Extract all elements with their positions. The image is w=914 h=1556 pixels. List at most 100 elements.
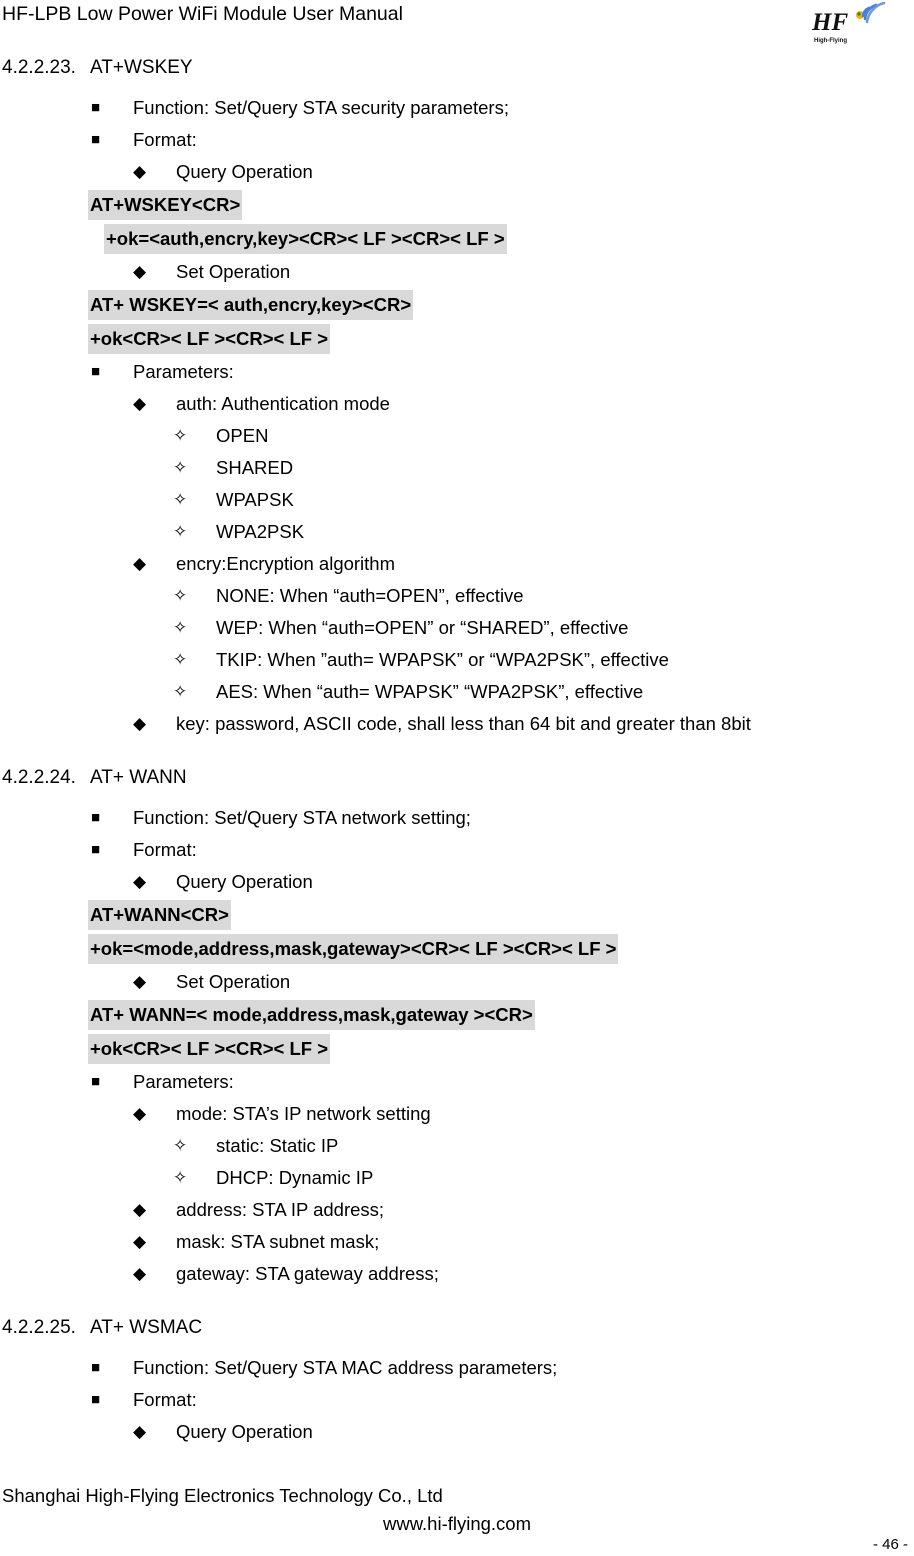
bullet-item-text: key: password, ASCII code, shall less th… (176, 713, 751, 734)
bullet-item: ✧ OPEN (0, 420, 914, 452)
bullet-item: ✧ NONE: When “auth=OPEN”, effective (0, 580, 914, 612)
bullet-item: ■ Function: Set/Query STA security parame… (0, 92, 914, 124)
command-line: AT+ WANN=< mode,address,mask,gateway ><C… (0, 998, 914, 1032)
section-heading: 4.2.2.25. AT+ WSMAC (0, 1312, 914, 1343)
header-title: HF-LPB Low Power WiFi Module User Manual (2, 3, 403, 25)
section-number: 4.2.2.25. (2, 1317, 76, 1338)
diamond-bullet-icon: ◆ (133, 1200, 147, 1219)
bullet-item: ◆ auth: Authentication mode (0, 388, 914, 420)
diamond-bullet-icon: ◆ (133, 1232, 147, 1251)
command-text-highlighted: +ok=<auth,encry,key><CR>< LF ><CR>< LF > (104, 224, 507, 254)
bullet-item-text: static: Static IP (216, 1135, 339, 1156)
bullet-item: ◆ address: STA IP address; (0, 1194, 914, 1226)
square-bullet-icon: ■ (91, 1073, 101, 1090)
bullet-item: ■ Format: (0, 124, 914, 156)
bullet-item: ■ Format: (0, 834, 914, 866)
square-bullet-icon: ■ (91, 363, 101, 380)
bullet-item: ✧ AES: When “auth= WPAPSK” “WPA2PSK”, eff… (0, 676, 914, 708)
bullet-item: ■ Function: Set/Query STA network setting… (0, 802, 914, 834)
bullet-item: ✧ WEP: When “auth=OPEN” or “SHARED”, effe… (0, 612, 914, 644)
command-line: AT+ WSKEY=< auth,encry,key><CR> (0, 288, 914, 322)
bullet-item: ✧ WPAPSK (0, 484, 914, 516)
bullet-item-text: encry:Encryption algorithm (176, 553, 396, 574)
command-line: +ok<CR>< LF ><CR>< LF > (0, 322, 914, 356)
bullet-item: ■ Function: Set/Query STA MAC address par… (0, 1352, 914, 1384)
command-text-highlighted: AT+WANN<CR> (88, 900, 231, 930)
bullet-item-text: Format: (133, 1389, 197, 1410)
bullet-item-text: Parameters: (133, 1071, 234, 1092)
square-bullet-icon: ■ (91, 1359, 101, 1376)
bullet-item: ◆ encry:Encryption algorithm (0, 548, 914, 580)
command-text-highlighted: AT+WSKEY<CR> (88, 190, 243, 220)
bullet-item: ✧ DHCP: Dynamic IP (0, 1162, 914, 1194)
diamond-bullet-icon: ◆ (133, 1264, 147, 1283)
bullet-item-text: address: STA IP address; (176, 1199, 385, 1220)
document-body: 4.2.2.23. AT+WSKEY ■ Function: Set/Query ST… (0, 52, 914, 1448)
bullet-item-text: Query Operation (176, 1421, 313, 1442)
bullet-item-text: auth: Authentication mode (176, 393, 390, 414)
diamond-bullet-icon: ◆ (133, 162, 147, 181)
star-bullet-icon: ✧ (173, 586, 188, 605)
star-bullet-icon: ✧ (173, 458, 188, 477)
star-bullet-icon: ✧ (173, 426, 188, 445)
square-bullet-icon: ■ (91, 131, 101, 148)
footer-website-url[interactable]: www.hi-flying.com (0, 1512, 914, 1536)
bullet-item: ✧ TKIP: When ”auth= WPAPSK” or “WPA2PSK”,… (0, 644, 914, 676)
section-title: AT+ WANN (90, 767, 187, 788)
star-bullet-icon: ✧ (173, 682, 188, 701)
bullet-item-text: TKIP: When ”auth= WPAPSK” or “WPA2PSK”, … (216, 649, 669, 670)
svg-text:HF: HF (811, 9, 848, 36)
star-bullet-icon: ✧ (173, 1168, 188, 1187)
square-bullet-icon: ■ (91, 99, 101, 116)
bullet-item-text: Function: Set/Query STA MAC address para… (133, 1357, 558, 1378)
star-bullet-icon: ✧ (173, 1136, 188, 1155)
bullet-item: ◆ Set Operation (0, 966, 914, 998)
section-heading: 4.2.2.23. AT+WSKEY (0, 52, 914, 83)
bullet-item-text: mask: STA subnet mask; (176, 1231, 380, 1252)
bullet-item-text: NONE: When “auth=OPEN”, effective (216, 585, 524, 606)
bullet-item: ■ Parameters: (0, 1066, 914, 1098)
bullet-item-text: Query Operation (176, 871, 313, 892)
svg-text:High-Flying: High-Flying (814, 38, 847, 44)
bullet-item: ◆ Query Operation (0, 156, 914, 188)
bullet-item: ◆ Query Operation (0, 866, 914, 898)
bullet-item-text: AES: When “auth= WPAPSK” “WPA2PSK”, effe… (216, 681, 644, 702)
command-text-highlighted: +ok<CR>< LF ><CR>< LF > (88, 324, 331, 354)
section-heading: 4.2.2.24. AT+ WANN (0, 762, 914, 793)
bullet-item-text: Set Operation (176, 971, 291, 992)
heading-gap (0, 793, 914, 802)
star-bullet-icon: ✧ (173, 522, 188, 541)
bullet-item-text: Function: Set/Query STA network setting; (133, 807, 471, 828)
command-text-highlighted: +ok=<mode,address,mask,gateway><CR>< LF … (88, 934, 619, 964)
bullet-item: ✧ SHARED (0, 452, 914, 484)
bullet-item-text: Function: Set/Query STA security paramet… (133, 97, 509, 118)
section-number: 4.2.2.24. (2, 767, 76, 788)
command-text-highlighted: +ok<CR>< LF ><CR>< LF > (88, 1034, 331, 1064)
heading-gap (0, 1343, 914, 1352)
bullet-item-text: Parameters: (133, 361, 234, 382)
bullet-item-text: WEP: When “auth=OPEN” or “SHARED”, effec… (216, 617, 629, 638)
company-logo: HF High-Flying (806, 2, 902, 48)
star-bullet-icon: ✧ (173, 490, 188, 509)
square-bullet-icon: ■ (91, 841, 101, 858)
heading-gap (0, 83, 914, 92)
bullet-item-text: OPEN (216, 425, 269, 446)
square-bullet-icon: ■ (91, 1391, 101, 1408)
bullet-item: ◆ mask: STA subnet mask; (0, 1226, 914, 1258)
command-line: +ok=<mode,address,mask,gateway><CR>< LF … (0, 932, 914, 966)
bullet-item: ✧ WPA2PSK (0, 516, 914, 548)
square-bullet-icon: ■ (91, 809, 101, 826)
bullet-item-text: Query Operation (176, 161, 313, 182)
command-text-highlighted: AT+ WSKEY=< auth,encry,key><CR> (88, 290, 414, 320)
page-header: HF-LPB Low Power WiFi Module User Manual… (0, 0, 914, 52)
section-title: AT+ WSMAC (90, 1317, 203, 1338)
bullet-item-text: gateway: STA gateway address; (176, 1263, 439, 1284)
bullet-item-text: Format: (133, 839, 197, 860)
bullet-item-text: Set Operation (176, 261, 291, 282)
bullet-item-text: DHCP: Dynamic IP (216, 1167, 374, 1188)
bullet-item: ✧ static: Static IP (0, 1130, 914, 1162)
bullet-item-text: mode: STA’s IP network setting (176, 1103, 431, 1124)
footer-company-name: Shanghai High-Flying Electronics Technol… (2, 1485, 443, 1506)
